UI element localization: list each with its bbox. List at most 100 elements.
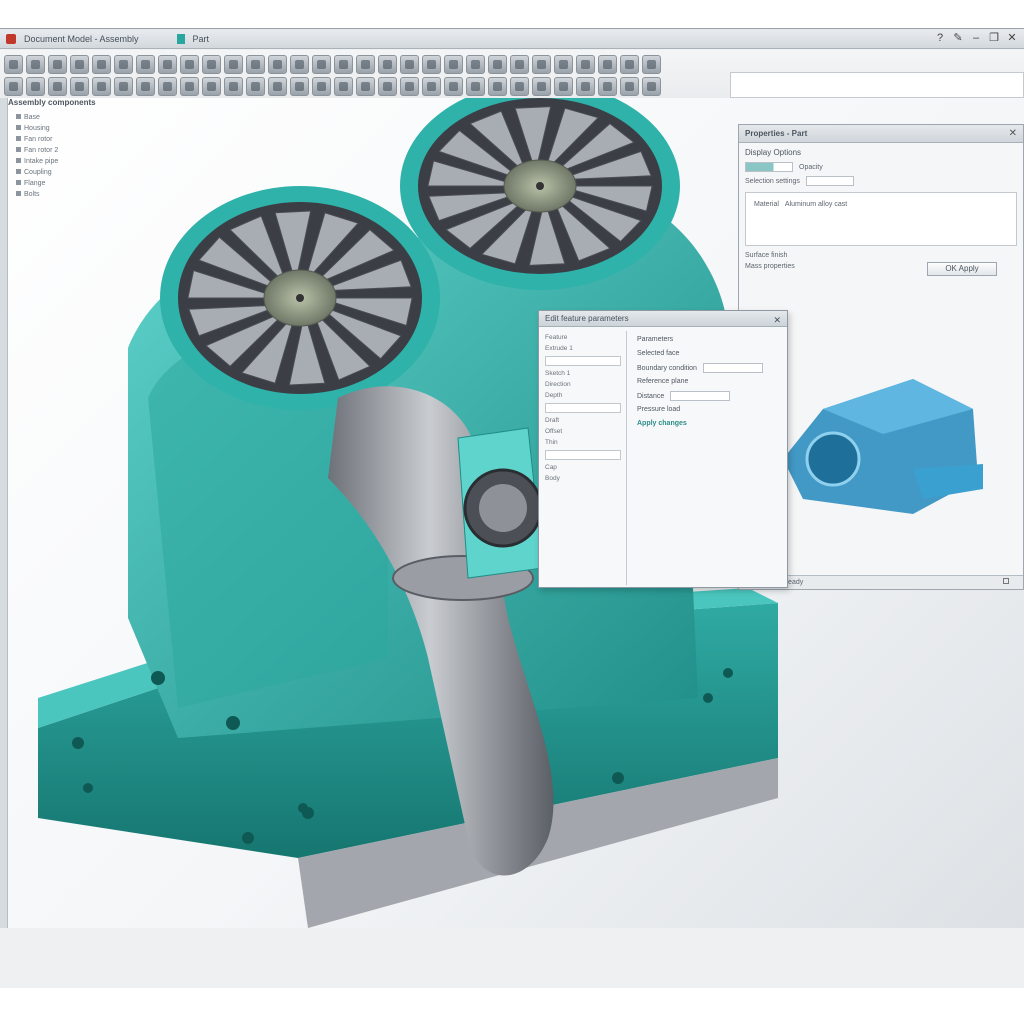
tool-icon[interactable] — [312, 77, 331, 96]
tool-icon[interactable] — [290, 55, 309, 74]
tool-icon[interactable] — [642, 55, 661, 74]
tool-icon[interactable] — [136, 77, 155, 96]
dialog-parameter-field[interactable] — [670, 391, 731, 401]
tool-icon[interactable] — [180, 55, 199, 74]
tool-icon[interactable] — [598, 55, 617, 74]
tool-icon[interactable] — [488, 77, 507, 96]
tree-item[interactable]: Housing — [8, 123, 158, 134]
tool-icon[interactable] — [48, 55, 67, 74]
tool-icon[interactable] — [114, 55, 133, 74]
tool-icon[interactable] — [378, 55, 397, 74]
tool-icon[interactable] — [334, 55, 353, 74]
tool-icon[interactable] — [576, 55, 595, 74]
tool-icon[interactable] — [466, 55, 485, 74]
tool-icon[interactable] — [356, 55, 375, 74]
tool-icon[interactable] — [48, 77, 67, 96]
tree-item[interactable]: Coupling — [8, 167, 158, 178]
command-search-input[interactable] — [730, 72, 1024, 98]
close-icon[interactable]: ✕ — [1006, 32, 1018, 45]
tool-icon[interactable] — [444, 77, 463, 96]
tool-icon[interactable] — [554, 55, 573, 74]
dialog-value-field[interactable] — [545, 356, 621, 366]
tool-icon[interactable] — [532, 55, 551, 74]
tool-icon[interactable] — [268, 77, 287, 96]
model-preview[interactable] — [763, 349, 1003, 529]
dialog-feature-item[interactable]: Draft — [545, 416, 622, 425]
dialog-feature-item[interactable]: Direction — [545, 380, 622, 389]
dialog-value-field[interactable] — [545, 403, 621, 413]
tool-icon[interactable] — [334, 77, 353, 96]
tool-icon[interactable] — [158, 77, 177, 96]
tree-item[interactable]: Flange — [8, 178, 158, 189]
tree-item[interactable]: Fan rotor 2 — [8, 145, 158, 156]
tool-icon[interactable] — [422, 55, 441, 74]
tool-icon[interactable] — [4, 77, 23, 96]
tool-icon[interactable] — [202, 77, 221, 96]
tool-icon[interactable] — [224, 77, 243, 96]
tool-icon[interactable] — [620, 77, 639, 96]
tool-icon[interactable] — [136, 55, 155, 74]
tool-icon[interactable] — [246, 77, 265, 96]
dialog-feature-item[interactable]: Depth — [545, 391, 622, 400]
tool-icon[interactable] — [180, 77, 199, 96]
dialog-feature-item[interactable]: Cap — [545, 463, 622, 472]
tool-icon[interactable] — [576, 77, 595, 96]
dialog-feature-item[interactable]: Body — [545, 474, 622, 483]
tool-icon[interactable] — [246, 55, 265, 74]
tool-icon[interactable] — [510, 55, 529, 74]
tool-icon[interactable] — [356, 77, 375, 96]
opacity-slider[interactable] — [745, 162, 793, 172]
dialog-feature-item[interactable]: Offset — [545, 427, 622, 436]
preview-fan — [805, 431, 861, 487]
fan-rotor-left[interactable] — [160, 186, 440, 410]
tool-icon[interactable] — [642, 77, 661, 96]
close-icon[interactable]: ✕ — [1009, 128, 1017, 139]
tool-icon[interactable] — [92, 55, 111, 74]
tool-icon[interactable] — [158, 55, 177, 74]
tool-icon[interactable] — [26, 55, 45, 74]
tree-item[interactable]: Bolts — [8, 189, 158, 200]
tool-icon[interactable] — [70, 77, 89, 96]
tool-icon[interactable] — [532, 77, 551, 96]
restore-icon[interactable]: ❐ — [988, 32, 1000, 45]
resize-grip-icon[interactable] — [1003, 578, 1009, 584]
tool-icon[interactable] — [620, 55, 639, 74]
tool-icon[interactable] — [92, 77, 111, 96]
tool-icon[interactable] — [488, 55, 507, 74]
tool-icon[interactable] — [26, 77, 45, 96]
minimize-icon[interactable]: – — [970, 32, 982, 45]
tool-icon[interactable] — [312, 55, 331, 74]
dialog-feature-item[interactable]: Extrude 1 — [545, 344, 622, 353]
tool-icon[interactable] — [422, 77, 441, 96]
tool-icon[interactable] — [554, 77, 573, 96]
pin-icon[interactable]: ✎ — [952, 32, 964, 45]
dialog-parameter-field[interactable] — [702, 363, 763, 373]
tool-icon[interactable] — [510, 77, 529, 96]
dialog-feature-item[interactable]: Thin — [545, 438, 622, 447]
window-tab[interactable]: Part — [193, 34, 210, 44]
dialog-feature-item[interactable]: Feature — [545, 333, 622, 342]
close-icon[interactable]: ✕ — [773, 313, 781, 328]
tool-icon[interactable] — [70, 55, 89, 74]
dialog-feature-item[interactable]: Sketch 1 — [545, 369, 622, 378]
tool-icon[interactable] — [598, 77, 617, 96]
tool-icon[interactable] — [466, 77, 485, 96]
tool-icon[interactable] — [290, 77, 309, 96]
apply-button[interactable]: OK Apply — [927, 262, 997, 276]
tool-icon[interactable] — [400, 77, 419, 96]
tool-icon[interactable] — [444, 55, 463, 74]
help-icon[interactable]: ? — [934, 32, 946, 45]
tool-icon[interactable] — [4, 55, 23, 74]
dialog-value-field[interactable] — [545, 450, 621, 460]
tool-icon[interactable] — [224, 55, 243, 74]
tool-icon[interactable] — [378, 77, 397, 96]
tool-icon[interactable] — [114, 77, 133, 96]
tool-icon[interactable] — [202, 55, 221, 74]
tree-item[interactable]: Base — [8, 112, 158, 123]
selection-field[interactable] — [805, 176, 854, 186]
tool-icon[interactable] — [400, 55, 419, 74]
tool-icon[interactable] — [268, 55, 287, 74]
tree-item[interactable]: Fan rotor — [8, 134, 158, 145]
apply-changes-link[interactable]: Apply changes — [637, 419, 779, 429]
tree-item[interactable]: Intake pipe — [8, 156, 158, 167]
